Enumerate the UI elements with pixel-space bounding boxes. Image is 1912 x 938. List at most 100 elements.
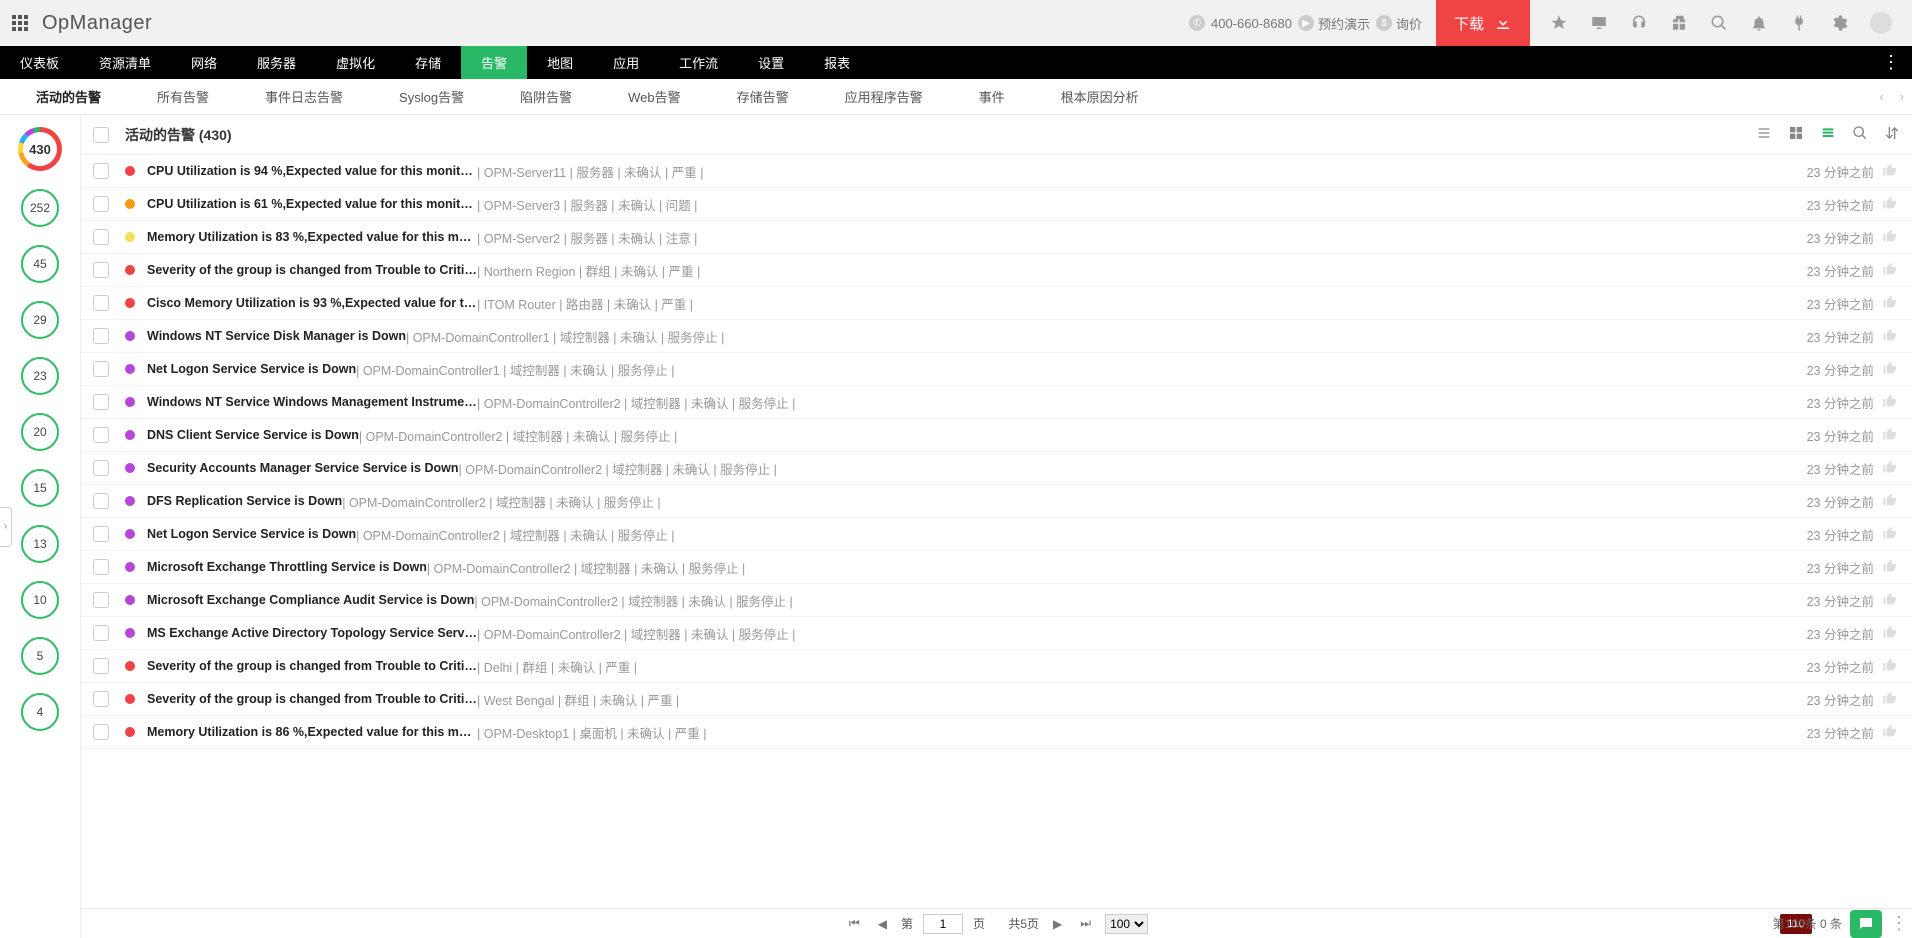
quickstart-icon[interactable] [1550, 14, 1568, 32]
row-checkbox[interactable] [93, 724, 109, 740]
row-checkbox[interactable] [93, 625, 109, 641]
row-checkbox[interactable] [93, 163, 109, 179]
row-checkbox[interactable] [93, 460, 109, 476]
screen-icon[interactable] [1590, 14, 1608, 32]
row-checkbox[interactable] [93, 691, 109, 707]
headset-icon[interactable] [1630, 14, 1648, 32]
page-next-icon[interactable]: ▶ [1049, 917, 1066, 931]
thumb-up-icon[interactable] [1882, 492, 1900, 511]
subnav-item[interactable]: 存储告警 [709, 79, 817, 114]
row-checkbox[interactable] [93, 295, 109, 311]
footer-menu-icon[interactable]: ⋮ [1890, 913, 1908, 934]
thumb-up-icon[interactable] [1882, 327, 1900, 346]
subnav-next-icon[interactable]: › [1892, 89, 1912, 104]
row-checkbox[interactable] [93, 658, 109, 674]
page-size-select[interactable]: 100 [1105, 914, 1148, 934]
gift-icon[interactable] [1670, 14, 1688, 32]
thumb-up-icon[interactable] [1882, 261, 1900, 280]
row-checkbox[interactable] [93, 592, 109, 608]
subnav-prev-icon[interactable]: ‹ [1871, 89, 1891, 104]
plug-icon[interactable] [1790, 14, 1808, 32]
mainnav-item[interactable]: 存储 [395, 46, 461, 79]
subnav-item[interactable]: 事件日志告警 [237, 79, 371, 114]
page-first-icon[interactable]: ⏮ [845, 916, 864, 931]
bell-icon[interactable] [1750, 14, 1768, 32]
chat-icon[interactable] [1850, 910, 1882, 938]
user-avatar[interactable] [1870, 12, 1892, 34]
row-checkbox[interactable] [93, 196, 109, 212]
severity-ring[interactable]: 13 [21, 525, 59, 563]
severity-ring[interactable]: 20 [21, 413, 59, 451]
thumb-up-icon[interactable] [1882, 195, 1900, 214]
thumb-up-icon[interactable] [1882, 723, 1900, 742]
alarm-row[interactable]: DNS Client Service Service is Down | OPM… [81, 419, 1912, 452]
mainnav-item[interactable]: 工作流 [659, 46, 738, 79]
severity-ring[interactable]: 10 [21, 581, 59, 619]
mainnav-item[interactable]: 报表 [804, 46, 870, 79]
alarm-row[interactable]: MS Exchange Active Directory Topology Se… [81, 617, 1912, 650]
alarm-row[interactable]: Net Logon Service Service is Down | OPM-… [81, 353, 1912, 386]
severity-ring[interactable]: 23 [21, 357, 59, 395]
view-severity-icon[interactable] [1820, 125, 1836, 144]
total-alarms-donut[interactable]: 430 [18, 127, 62, 171]
mainnav-item[interactable]: 地图 [527, 46, 593, 79]
thumb-up-icon[interactable] [1882, 162, 1900, 181]
nav-more-icon[interactable]: ⋮ [1870, 46, 1912, 79]
thumb-up-icon[interactable] [1882, 228, 1900, 247]
mainnav-item[interactable]: 服务器 [237, 46, 316, 79]
severity-ring[interactable]: 15 [21, 469, 59, 507]
row-checkbox[interactable] [93, 427, 109, 443]
mainnav-item[interactable]: 应用 [593, 46, 659, 79]
subnav-item[interactable]: 根本原因分析 [1033, 79, 1167, 114]
severity-ring[interactable]: 252 [21, 189, 59, 227]
alarm-row[interactable]: Microsoft Exchange Compliance Audit Serv… [81, 584, 1912, 617]
thumb-up-icon[interactable] [1882, 294, 1900, 313]
mainnav-item[interactable]: 告警 [461, 46, 527, 79]
subnav-item[interactable]: Web告警 [600, 79, 709, 114]
view-grid-icon[interactable] [1788, 125, 1804, 144]
view-list-icon[interactable] [1756, 125, 1772, 144]
mainnav-item[interactable]: 仪表板 [0, 46, 79, 79]
severity-ring[interactable]: 29 [21, 301, 59, 339]
demo-link[interactable]: ▶ 预约演示 [1298, 14, 1370, 33]
row-checkbox[interactable] [93, 526, 109, 542]
thumb-up-icon[interactable] [1882, 426, 1900, 445]
thumb-up-icon[interactable] [1882, 393, 1900, 412]
page-number-input[interactable] [923, 914, 963, 934]
subnav-item[interactable]: 活动的告警 [8, 79, 129, 114]
page-prev-icon[interactable]: ◀ [874, 917, 891, 931]
alarm-row[interactable]: CPU Utilization is 94 %,Expected value f… [81, 155, 1912, 188]
thumb-up-icon[interactable] [1882, 657, 1900, 676]
subnav-item[interactable]: 陷阱告警 [492, 79, 600, 114]
row-checkbox[interactable] [93, 394, 109, 410]
subnav-item[interactable]: 事件 [951, 79, 1033, 114]
row-checkbox[interactable] [93, 559, 109, 575]
alarm-row[interactable]: Cisco Memory Utilization is 93 %,Expecte… [81, 287, 1912, 320]
alarm-row[interactable]: Memory Utilization is 83 %,Expected valu… [81, 221, 1912, 254]
alarm-row[interactable]: Severity of the group is changed from Tr… [81, 650, 1912, 683]
subnav-item[interactable]: 所有告警 [129, 79, 237, 114]
row-checkbox[interactable] [93, 262, 109, 278]
thumb-up-icon[interactable] [1882, 459, 1900, 478]
alarm-row[interactable]: Windows NT Service Windows Management In… [81, 386, 1912, 419]
severity-ring[interactable]: 45 [21, 245, 59, 283]
row-checkbox[interactable] [93, 361, 109, 377]
alarm-row[interactable]: Severity of the group is changed from Tr… [81, 254, 1912, 287]
select-all-checkbox[interactable] [93, 127, 109, 143]
alarm-row[interactable]: Memory Utilization is 86 %,Expected valu… [81, 716, 1912, 749]
thumb-up-icon[interactable] [1882, 690, 1900, 709]
row-checkbox[interactable] [93, 328, 109, 344]
mainnav-item[interactable]: 资源清单 [79, 46, 171, 79]
alarm-row[interactable]: Severity of the group is changed from Tr… [81, 683, 1912, 716]
page-last-icon[interactable]: ⏭ [1076, 916, 1095, 931]
subnav-item[interactable]: Syslog告警 [371, 79, 492, 114]
severity-ring[interactable]: 4 [21, 693, 59, 731]
subnav-item[interactable]: 应用程序告警 [817, 79, 951, 114]
thumb-up-icon[interactable] [1882, 558, 1900, 577]
rail-expand-handle[interactable]: › [0, 507, 12, 547]
thumb-up-icon[interactable] [1882, 591, 1900, 610]
alarm-row[interactable]: Windows NT Service Disk Manager is Down … [81, 320, 1912, 353]
search-icon[interactable] [1710, 14, 1728, 32]
download-button[interactable]: 下载 [1436, 0, 1530, 46]
gear-icon[interactable] [1830, 14, 1848, 32]
